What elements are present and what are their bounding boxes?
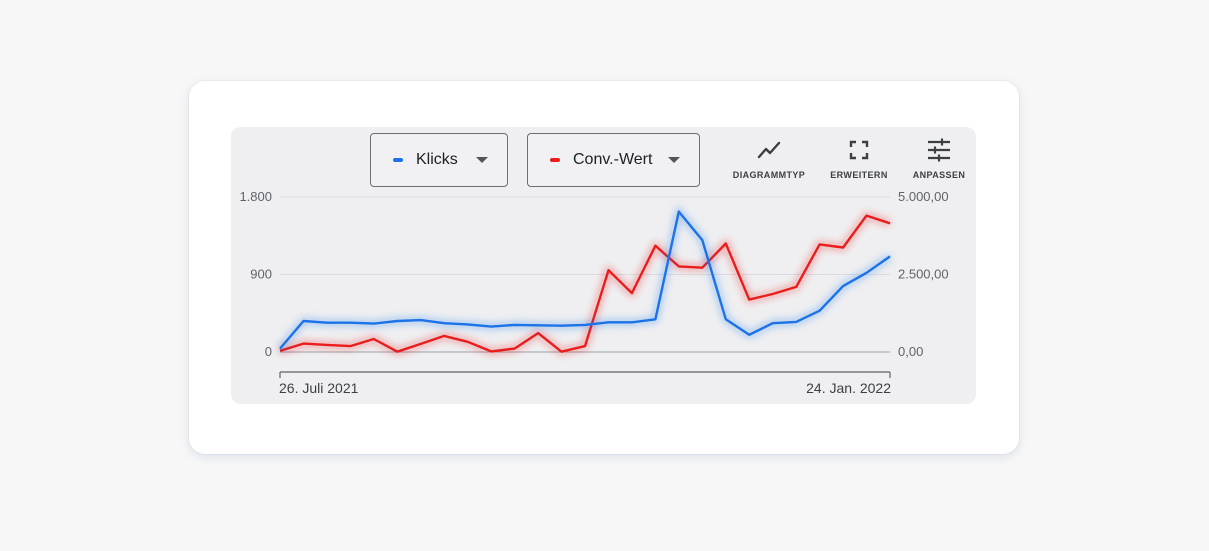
right-axis-tick-label: 5.000,00 bbox=[898, 189, 949, 204]
x-axis-start-label: 26. Juli 2021 bbox=[279, 380, 359, 396]
line-chart: 0 900 1.800 0,00 2.500,00 5.000,00 26. Juli 20… bbox=[239, 189, 949, 396]
right-axis-tick-label: 2.500,00 bbox=[898, 267, 949, 282]
right-axis-tick-label: 0,00 bbox=[898, 344, 923, 359]
conv-wert-series-line bbox=[279, 214, 891, 353]
left-axis-tick-label: 900 bbox=[250, 267, 272, 282]
x-axis-end-label: 24. Jan. 2022 bbox=[806, 380, 891, 396]
left-axis-tick-label: 0 bbox=[265, 344, 272, 359]
left-axis-tick-label: 1.800 bbox=[239, 189, 272, 204]
